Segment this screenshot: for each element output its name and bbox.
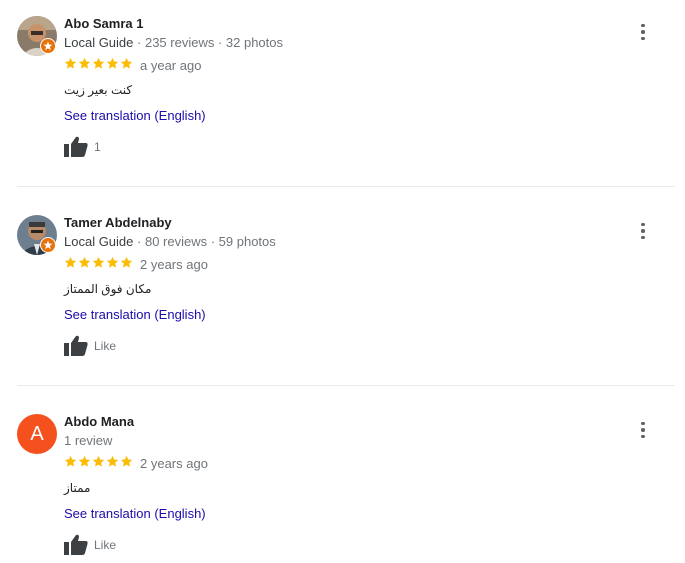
review-date: a year ago xyxy=(140,58,202,73)
star-icon xyxy=(92,256,105,268)
star-rating xyxy=(64,256,133,269)
more-dot xyxy=(641,229,645,233)
thumbs-up-icon xyxy=(64,335,88,356)
local-guide-badge-icon xyxy=(40,237,56,253)
reviewer-stats: 80 reviews · 59 photos xyxy=(144,234,276,249)
star-icon xyxy=(78,455,91,467)
star-icon xyxy=(78,57,91,69)
more-dot xyxy=(641,30,645,34)
see-translation-link[interactable]: See translation (English) xyxy=(64,307,206,322)
review-date: 2 years ago xyxy=(140,456,208,471)
reviewer-meta: Local Guide · 80 reviews · 59 photos xyxy=(64,234,276,249)
star-icon xyxy=(64,256,77,268)
like-button[interactable]: Like xyxy=(64,534,116,556)
more-dot xyxy=(641,222,645,227)
divider xyxy=(17,385,675,386)
divider xyxy=(17,186,675,187)
star-icon xyxy=(78,256,91,268)
star-icon xyxy=(120,455,133,467)
star-rating xyxy=(64,57,133,70)
star-icon xyxy=(64,455,77,467)
reviewer-stats: 235 reviews · 32 photos xyxy=(144,35,283,50)
like-button[interactable]: 1 xyxy=(64,136,101,158)
local-guide-label: Local Guide xyxy=(64,234,134,249)
more-dot xyxy=(641,23,645,28)
separator: · xyxy=(137,35,145,50)
more-options-button[interactable] xyxy=(634,22,652,42)
reviewer-stats: 1 review xyxy=(64,433,113,448)
like-count: 1 xyxy=(94,140,101,154)
star-icon xyxy=(92,57,105,69)
star-icon xyxy=(64,57,77,69)
more-dot xyxy=(641,235,645,240)
thumbs-up-icon xyxy=(64,534,88,555)
star-icon xyxy=(120,256,133,268)
like-label: Like xyxy=(94,339,117,353)
reviewer-name[interactable]: Abo Samra 1 xyxy=(64,16,143,31)
review-text: مكان فوق الممتاز xyxy=(64,282,152,296)
reviewer-meta: 1 review xyxy=(64,433,112,448)
local-guide-label: Local Guide xyxy=(64,35,134,50)
reviewer-meta: Local Guide · 235 reviews · 32 photos xyxy=(64,35,283,50)
review-date: 2 years ago xyxy=(140,257,208,272)
like-label: Like xyxy=(94,538,117,552)
more-dot xyxy=(641,434,645,439)
star-icon xyxy=(106,455,119,467)
star-icon xyxy=(92,455,105,467)
review-text: ممتاز xyxy=(64,481,91,495)
more-options-button[interactable] xyxy=(634,420,652,440)
reviewer-name[interactable]: Abdo Mana xyxy=(64,414,134,429)
separator: · xyxy=(137,234,145,249)
star-icon xyxy=(120,57,133,69)
more-dot xyxy=(641,421,645,426)
star-rating xyxy=(64,455,133,468)
more-dot xyxy=(641,36,645,41)
avatar[interactable]: A xyxy=(17,414,57,454)
star-icon xyxy=(106,57,119,69)
see-translation-link[interactable]: See translation (English) xyxy=(64,108,206,123)
more-dot xyxy=(641,428,645,432)
more-options-button[interactable] xyxy=(634,221,652,241)
review-text: كنت بعير زيت xyxy=(64,83,133,97)
star-icon xyxy=(106,256,119,268)
like-button[interactable]: Like xyxy=(64,335,116,357)
avatar-letter: A xyxy=(30,422,44,445)
reviewer-name[interactable]: Tamer Abdelnaby xyxy=(64,215,172,230)
thumbs-up-icon xyxy=(64,136,88,157)
local-guide-badge-icon xyxy=(40,38,56,54)
see-translation-link[interactable]: See translation (English) xyxy=(64,506,206,521)
